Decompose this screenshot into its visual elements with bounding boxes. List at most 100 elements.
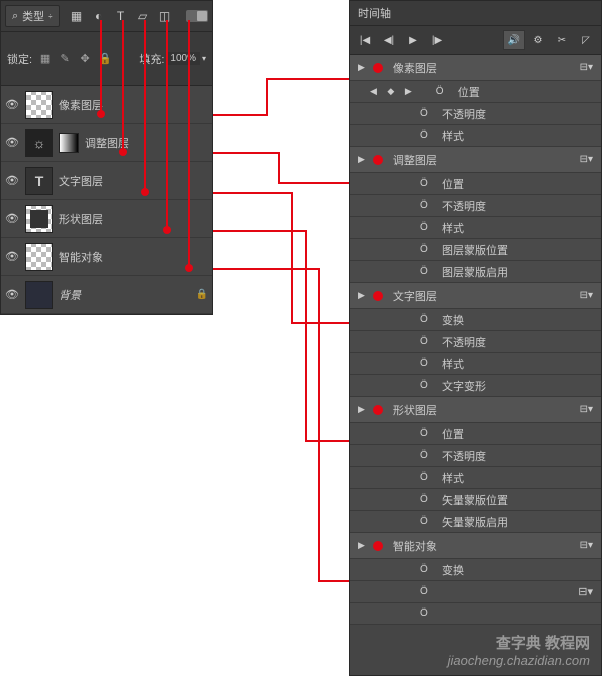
lock-move-icon[interactable]: ✥ [78, 52, 92, 66]
stopwatch-icon[interactable]: Ö [420, 178, 432, 189]
stopwatch-icon[interactable]: Ö [420, 428, 432, 439]
visibility-icon[interactable]: 👁 [5, 212, 19, 225]
layer-name: 形状图层 [59, 211, 103, 227]
stopwatch-icon[interactable]: Ö [420, 200, 432, 211]
layer-thumb: T [25, 167, 53, 195]
collapse-icon[interactable]: ▶ [358, 404, 365, 415]
clip-menu-icon[interactable]: ⊟▾ [580, 404, 593, 415]
connector-line [213, 268, 318, 270]
timeline-prop[interactable]: Ö [350, 603, 601, 625]
stopwatch-icon[interactable]: Ö [420, 516, 432, 527]
stopwatch-icon[interactable]: Ö [436, 86, 448, 97]
clip-menu-icon[interactable]: ⊟▾ [580, 290, 593, 301]
clip-menu-icon[interactable]: ⊟▾ [580, 540, 593, 551]
timeline-panel: 时间轴 |◀ ◀| ▶ |▶ 🔊 ⚙ ✂ ◸ ▶ 像素图层 ⊟▾ ◀ ◆ ▶Ö位… [349, 0, 602, 676]
timeline-prop[interactable]: Ö位置 [350, 173, 601, 195]
stopwatch-icon[interactable]: Ö [420, 314, 432, 325]
timeline-prop[interactable]: Ö不透明度 [350, 445, 601, 467]
stopwatch-icon[interactable]: Ö [420, 380, 432, 391]
timeline-prop[interactable]: Ö样式 [350, 353, 601, 375]
stopwatch-icon[interactable]: Ö [420, 244, 432, 255]
adjust-filter-icon[interactable]: ◐ [92, 9, 106, 23]
timeline-prop[interactable]: Ö矢量蒙版启用 [350, 511, 601, 533]
lock-transparency-icon[interactable]: ▦ [38, 52, 52, 66]
collapse-icon[interactable]: ▶ [358, 290, 365, 301]
collapse-icon[interactable]: ▶ [358, 154, 365, 165]
chevron-icon: ▾ [202, 54, 206, 63]
layer-row[interactable]: 👁 背景 🔒 [1, 276, 212, 314]
timeline-prop[interactable]: Ö矢量蒙版位置 [350, 489, 601, 511]
play-button[interactable]: ▶ [402, 30, 424, 50]
stopwatch-icon[interactable]: Ö [420, 450, 432, 461]
fill-value: 100% [166, 52, 200, 65]
fill-control[interactable]: 填充: 100% ▾ [139, 51, 206, 67]
timeline-group[interactable]: ▶ 智能对象 ⊟▾ [350, 533, 601, 559]
stopwatch-icon[interactable]: Ö [420, 222, 432, 233]
visibility-icon[interactable]: 👁 [5, 288, 19, 301]
collapse-icon[interactable]: ▶ [358, 540, 365, 551]
next-frame-button[interactable]: |▶ [426, 30, 448, 50]
collapse-icon[interactable]: ▶ [358, 62, 365, 73]
connector-line [166, 20, 168, 230]
visibility-icon[interactable]: 👁 [5, 174, 19, 187]
clip-menu-icon[interactable]: ⊟▾ [578, 585, 593, 598]
timeline-group[interactable]: ▶ 像素图层 ⊟▾ [350, 55, 601, 81]
keyframe-arrows-icon[interactable]: ◀ ◆ ▶ [370, 86, 416, 97]
timeline-prop[interactable]: Ö样式 [350, 125, 601, 147]
timeline-prop[interactable]: Ö 样式 [350, 467, 601, 489]
timeline-prop[interactable]: ◀ ◆ ▶Ö位置 [350, 81, 601, 103]
clip-menu-icon[interactable]: ⊟▾ [580, 62, 593, 73]
clip-menu-icon[interactable]: ⊟▾ [580, 154, 593, 165]
stopwatch-icon[interactable]: Ö [420, 586, 432, 597]
stopwatch-icon[interactable]: Ö [420, 494, 432, 505]
settings-button[interactable]: ⚙ [527, 30, 549, 50]
timeline-prop[interactable]: Ö 图层蒙版启用 [350, 261, 601, 283]
first-frame-button[interactable]: |◀ [354, 30, 376, 50]
audio-button[interactable]: 🔊 [503, 30, 525, 50]
timeline-controls: |◀ ◀| ▶ |▶ 🔊 ⚙ ✂ ◸ [350, 26, 601, 55]
layer-row[interactable]: 👁 智能对象 [1, 238, 212, 276]
layer-row[interactable]: 👁 T 文字图层 [1, 162, 212, 200]
timeline-prop[interactable]: Ö不透明度 [350, 331, 601, 353]
text-filter-icon[interactable]: T [114, 9, 128, 23]
connector-line [213, 114, 266, 116]
timeline-prop[interactable]: Ö图层蒙版位置 [350, 239, 601, 261]
layer-row[interactable]: 👁 ☼ 调整图层 [1, 124, 212, 162]
timeline-prop[interactable]: Ö变换 [350, 309, 601, 331]
timeline-group[interactable]: ▶ 文字图层 ⊟▾ [350, 283, 601, 309]
stopwatch-icon[interactable]: Ö [420, 472, 432, 483]
shape-filter-icon[interactable]: ▱ [136, 9, 150, 23]
timeline-group[interactable]: ▶ 形状图层 ⊟▾ [350, 397, 601, 423]
prev-frame-button[interactable]: ◀| [378, 30, 400, 50]
prop-label: 图层蒙版启用 [442, 264, 508, 280]
stopwatch-icon[interactable]: Ö [420, 266, 432, 277]
timeline-prop[interactable]: Ö变换 [350, 559, 601, 581]
visibility-icon[interactable]: 👁 [5, 250, 19, 263]
timeline-group[interactable]: ▶ 调整图层 ⊟▾ [350, 147, 601, 173]
stopwatch-icon[interactable]: Ö [420, 130, 432, 141]
timeline-prop[interactable]: Ö文字变形 [350, 375, 601, 397]
visibility-icon[interactable]: 👁 [5, 136, 19, 149]
lock-brush-icon[interactable]: ✎ [58, 52, 72, 66]
timeline-prop[interactable]: Ö不透明度 [350, 195, 601, 217]
stopwatch-icon[interactable]: Ö [420, 336, 432, 347]
connector-line [213, 152, 278, 154]
prop-label: 样式 [442, 470, 464, 486]
timeline-prop[interactable]: Ö位置 [350, 423, 601, 445]
smart-filter-icon[interactable]: ◫ [158, 9, 172, 23]
timeline-prop[interactable]: Ö ⊟▾ [350, 581, 601, 603]
layer-row[interactable]: 👁 像素图层 [1, 86, 212, 124]
stopwatch-icon[interactable]: Ö [420, 564, 432, 575]
timeline-prop[interactable]: Ö样式 [350, 217, 601, 239]
stopwatch-icon[interactable]: Ö [420, 608, 432, 619]
timeline-prop[interactable]: Ö不透明度 [350, 103, 601, 125]
stopwatch-icon[interactable]: Ö [420, 358, 432, 369]
type-filter-dropdown[interactable]: ⌕ 类型 ÷ [5, 5, 60, 27]
cut-button[interactable]: ✂ [551, 30, 573, 50]
pixel-filter-icon[interactable]: ▦ [70, 9, 84, 23]
visibility-icon[interactable]: 👁 [5, 98, 19, 111]
transition-button[interactable]: ◸ [575, 30, 597, 50]
layer-row[interactable]: 👁 形状图层 [1, 200, 212, 238]
group-name: 调整图层 [393, 152, 580, 168]
stopwatch-icon[interactable]: Ö [420, 108, 432, 119]
